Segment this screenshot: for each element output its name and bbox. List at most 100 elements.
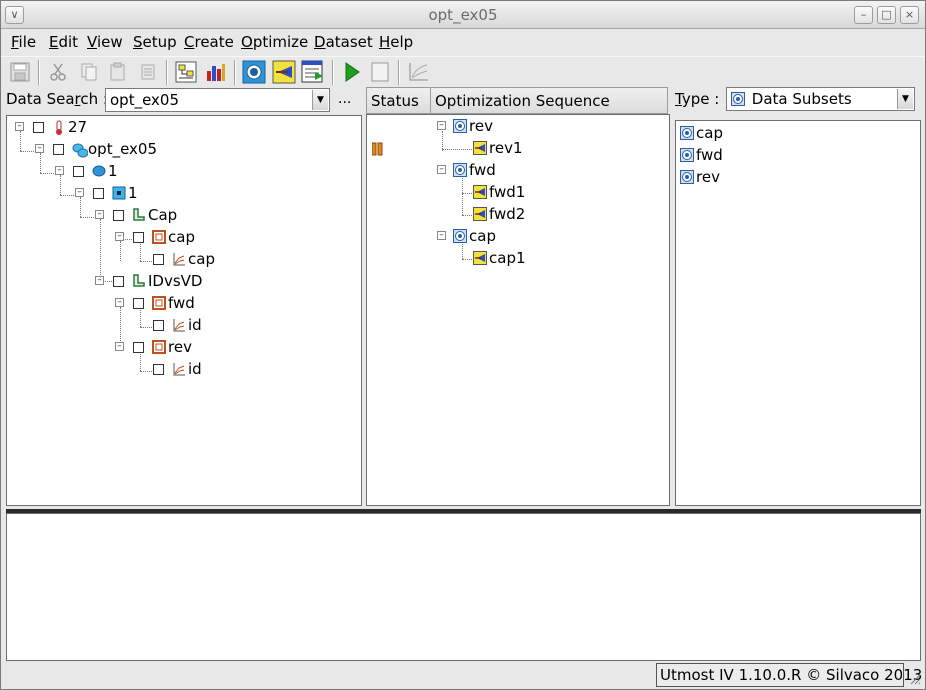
routine-icon[interactable] — [174, 60, 198, 84]
chart-bars-icon[interactable] — [204, 60, 228, 84]
node-checkbox[interactable] — [113, 209, 124, 221]
data-search-combo[interactable]: opt_ex05 ▼ — [105, 88, 330, 112]
plot-icon — [172, 318, 186, 332]
tree-node-temperature[interactable]: 27 — [33, 117, 87, 137]
collapse-toggle[interactable]: – — [437, 231, 446, 240]
menu-create[interactable]: Create — [184, 33, 234, 51]
menu-edit[interactable]: Edit — [49, 33, 78, 51]
node-checkbox[interactable] — [153, 253, 164, 265]
title-bar: ∨ opt_ex05 – □ × — [1, 1, 925, 29]
tree-node-plot-id[interactable]: id — [153, 315, 202, 335]
cut-icon[interactable] — [46, 60, 70, 84]
tree-node-routine-cap[interactable]: cap — [133, 227, 195, 247]
sequence-opt-fwd2[interactable]: fwd2 — [473, 204, 525, 224]
stop-icon[interactable] — [368, 60, 392, 84]
node-checkbox[interactable] — [133, 341, 144, 353]
menu-setup[interactable]: Setup — [133, 33, 177, 51]
sequence-opt-cap1[interactable]: cap1 — [473, 248, 526, 268]
node-checkbox[interactable] — [153, 363, 164, 375]
run-icon[interactable] — [340, 60, 364, 84]
sequence-subset-fwd[interactable]: fwd — [453, 160, 496, 180]
copy-icon[interactable] — [77, 60, 101, 84]
tree-node-die[interactable]: 1 — [93, 183, 138, 203]
save-icon[interactable] — [8, 60, 32, 84]
list-item[interactable]: rev — [680, 167, 720, 187]
delete-icon[interactable] — [136, 60, 160, 84]
tree-node-device-idvsvd[interactable]: IDvsVD — [113, 271, 202, 291]
chevron-down-icon[interactable]: ▼ — [897, 89, 913, 109]
collapse-toggle[interactable]: – — [115, 298, 124, 307]
tree-node-wafer[interactable]: 1 — [73, 161, 118, 181]
tree-node-label: 1 — [108, 162, 118, 180]
sequence-opt-fwd1[interactable]: fwd1 — [473, 182, 525, 202]
close-button[interactable]: × — [900, 6, 919, 24]
plot-icon[interactable] — [406, 60, 430, 84]
type-combo[interactable]: Data Subsets ▼ — [726, 87, 915, 111]
collapse-toggle[interactable]: – — [95, 276, 104, 285]
tree-node-project[interactable]: opt_ex05 — [53, 139, 157, 159]
column-header-status[interactable]: Status — [366, 87, 431, 114]
collapse-toggle[interactable]: – — [115, 232, 124, 241]
spreadsheet-icon[interactable] — [301, 60, 325, 84]
dataset-icon — [453, 229, 467, 243]
node-checkbox[interactable] — [53, 143, 64, 155]
paste-icon[interactable] — [106, 60, 130, 84]
node-checkbox[interactable] — [33, 121, 44, 133]
node-checkbox[interactable] — [93, 187, 104, 199]
sequence-subset-cap[interactable]: cap — [453, 226, 496, 246]
tree-node-plot-id[interactable]: id — [153, 359, 202, 379]
sequence-subset-rev[interactable]: rev — [453, 116, 493, 136]
list-item[interactable]: fwd — [680, 145, 723, 165]
browse-button[interactable]: ... — [338, 91, 351, 107]
tree-node-routine-rev[interactable]: rev — [133, 337, 192, 357]
menu-help[interactable]: Help — [379, 33, 413, 51]
collapse-toggle[interactable]: – — [75, 188, 84, 197]
collapse-toggle[interactable]: – — [437, 121, 446, 130]
menu-file[interactable]: File — [11, 33, 36, 51]
resize-grip-icon[interactable] — [909, 673, 921, 685]
tree-node-routine-fwd[interactable]: fwd — [133, 293, 195, 313]
toolbar-separator — [166, 60, 168, 85]
tree-node-label: id — [188, 316, 202, 334]
node-checkbox[interactable] — [133, 231, 144, 243]
tree-node-device-cap[interactable]: Cap — [113, 205, 177, 225]
optimizer-icon — [473, 141, 487, 155]
column-header-sequence[interactable]: Optimization Sequence — [430, 87, 668, 114]
routine-icon — [152, 230, 166, 244]
sequence-label: cap1 — [489, 249, 526, 267]
device-icon — [132, 274, 146, 288]
node-checkbox[interactable] — [133, 297, 144, 309]
collapse-toggle[interactable]: – — [15, 122, 24, 131]
optimizer-icon[interactable] — [272, 60, 296, 84]
menu-view[interactable]: View — [87, 33, 123, 51]
collapse-toggle[interactable]: – — [35, 144, 44, 153]
minimize-button[interactable]: – — [854, 6, 873, 24]
tree-node-plot-cap[interactable]: cap — [153, 249, 215, 269]
sequence-label: cap — [469, 227, 496, 245]
list-item-label: fwd — [696, 146, 723, 164]
sequence-opt-rev1[interactable]: rev1 — [473, 138, 523, 158]
dataset-icon — [680, 148, 694, 162]
data-search-label: Data Search : — [6, 90, 108, 108]
type-label: Type : — [675, 90, 720, 108]
tree-node-label: fwd — [168, 294, 195, 312]
list-item[interactable]: cap — [680, 123, 723, 143]
node-checkbox[interactable] — [113, 275, 124, 287]
maximize-button[interactable]: □ — [877, 6, 896, 24]
dataset-icon[interactable] — [242, 60, 266, 84]
menu-dataset[interactable]: Dataset — [314, 33, 373, 51]
collapse-toggle[interactable]: – — [437, 165, 446, 174]
collapse-toggle[interactable]: – — [55, 166, 64, 175]
sequence-label: rev — [469, 117, 493, 135]
node-checkbox[interactable] — [73, 165, 84, 177]
device-icon — [132, 208, 146, 222]
chevron-down-icon[interactable]: ▼ — [312, 90, 328, 110]
menu-optimize[interactable]: Optimize — [241, 33, 308, 51]
tree-node-label: opt_ex05 — [88, 140, 158, 158]
collapse-toggle[interactable]: – — [95, 210, 104, 219]
list-item-label: cap — [696, 124, 723, 142]
node-checkbox[interactable] — [153, 319, 164, 331]
toolbar-separator — [398, 60, 400, 85]
output-panel[interactable] — [6, 513, 921, 661]
collapse-toggle[interactable]: – — [115, 342, 124, 351]
